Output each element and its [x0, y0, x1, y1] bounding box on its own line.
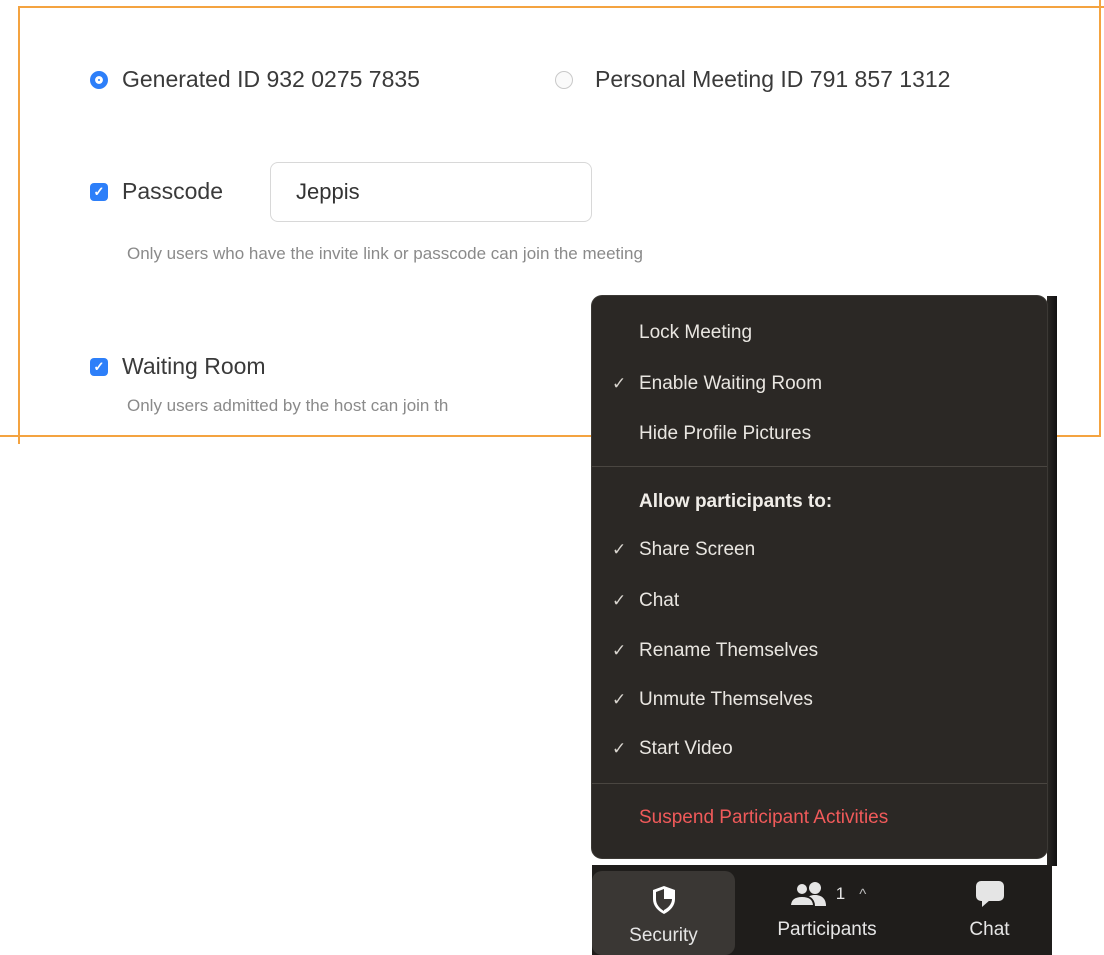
shield-icon	[651, 883, 677, 917]
waiting-room-label: Waiting Room	[122, 353, 266, 379]
passcode-label: Passcode	[122, 178, 224, 204]
personal-id-option[interactable]: Personal Meeting ID 791 857 1312	[555, 66, 950, 93]
menu-item-suspend-activities[interactable]: Suspend Participant Activities	[592, 803, 1047, 833]
menu-item-hide-profile-pictures[interactable]: Hide Profile Pictures	[592, 419, 1047, 449]
chevron-up-icon[interactable]: ^	[859, 886, 866, 903]
security-button[interactable]: Security	[592, 871, 735, 955]
panel-left-border	[18, 6, 20, 444]
menu-item-label: Share Screen	[639, 539, 756, 560]
menu-item-label: Unmute Themselves	[639, 689, 813, 710]
check-icon: ✓	[612, 641, 627, 660]
check-icon: ✓	[612, 591, 627, 610]
waiting-room-checkbox[interactable]: ✓	[90, 357, 108, 376]
menu-item-chat[interactable]: ✓ Chat	[592, 586, 1047, 616]
waiting-room-hint: Only users admitted by the host can join…	[127, 396, 449, 415]
passcode-checkbox[interactable]: ✓	[90, 182, 108, 201]
chat-label: Chat	[969, 919, 1010, 940]
chat-bubble-icon	[975, 877, 1005, 911]
security-menu: Lock Meeting ✓ Enable Waiting Room Hide …	[592, 296, 1047, 858]
personal-id-label: Personal Meeting ID 791 857 1312	[595, 66, 951, 92]
menu-item-lock-meeting[interactable]: Lock Meeting	[592, 318, 1047, 348]
menu-item-label: Rename Themselves	[639, 640, 819, 661]
generated-id-option[interactable]: Generated ID 932 0275 7835	[90, 66, 420, 93]
menu-item-start-video[interactable]: ✓ Start Video	[592, 734, 1047, 764]
generated-id-label: Generated ID 932 0275 7835	[122, 66, 420, 92]
menu-divider	[592, 783, 1047, 784]
check-icon: ✓	[612, 739, 627, 758]
menu-item-label: Chat	[639, 590, 680, 611]
menu-item-label: Lock Meeting	[639, 322, 753, 343]
generated-id-radio[interactable]	[90, 70, 108, 89]
check-icon: ✓	[612, 540, 627, 559]
participants-label: Participants	[777, 919, 877, 940]
check-icon: ✓	[612, 374, 627, 393]
menu-divider	[592, 466, 1047, 467]
participant-count: 1	[835, 884, 846, 903]
chat-button[interactable]: Chat	[942, 865, 1037, 955]
people-icon	[788, 882, 826, 907]
menu-item-label: Suspend Participant Activities	[639, 807, 889, 828]
passcode-input[interactable]: Jeppis	[270, 162, 592, 222]
menu-section-header: Allow participants to:	[639, 491, 833, 512]
menu-item-label: Start Video	[639, 738, 733, 759]
menu-item-label: Enable Waiting Room	[639, 373, 823, 394]
passcode-option[interactable]: ✓ Passcode	[90, 178, 223, 205]
participants-icon-group: 1 ^	[788, 877, 866, 911]
waiting-room-option[interactable]: ✓ Waiting Room	[90, 353, 266, 380]
meeting-toolbar: Security 1 ^ Participants Chat	[592, 865, 1052, 955]
personal-id-radio[interactable]	[555, 70, 573, 89]
menu-item-share-screen[interactable]: ✓ Share Screen	[592, 535, 1047, 565]
menu-item-rename-themselves[interactable]: ✓ Rename Themselves	[592, 636, 1047, 666]
passcode-hint: Only users who have the invite link or p…	[127, 244, 643, 263]
check-icon: ✓	[612, 690, 627, 709]
security-label: Security	[629, 925, 698, 946]
menu-item-label: Hide Profile Pictures	[639, 423, 812, 444]
menu-item-unmute-themselves[interactable]: ✓ Unmute Themselves	[592, 685, 1047, 715]
participants-button[interactable]: 1 ^ Participants	[752, 865, 902, 955]
panel-top-border	[18, 6, 1104, 8]
video-area-edge	[1047, 296, 1057, 866]
menu-item-enable-waiting-room[interactable]: ✓ Enable Waiting Room	[592, 369, 1047, 399]
